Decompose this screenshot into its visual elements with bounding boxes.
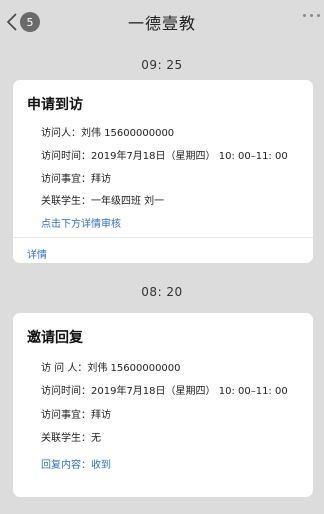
invitation-reply-card: 邀请回复 访 问 人：刘伟 15600000000 访问时间：2019年7月18… xyxy=(13,313,313,497)
visitor-row: 访问人：刘伟 15600000000 xyxy=(41,128,175,139)
detail-link[interactable]: 详情 xyxy=(27,246,47,261)
message-timestamp: 08: 20 xyxy=(141,285,183,299)
visit-purpose-row: 访问事宜：拜访 xyxy=(41,174,111,185)
card-title: 申请到访 xyxy=(27,97,83,113)
back-button[interactable]: 5 xyxy=(6,9,40,35)
visit-purpose-row: 访问事宜：拜访 xyxy=(41,410,111,421)
visit-time-row: 访问时间：2019年7月18日（星期四） 10: 00–11: 00 xyxy=(41,386,288,397)
message-timestamp: 09: 25 xyxy=(141,58,183,72)
card-divider xyxy=(13,237,313,238)
visitor-row: 访 问 人：刘伟 15600000000 xyxy=(41,363,181,374)
card-title: 邀请回复 xyxy=(27,330,83,346)
chevron-left-icon xyxy=(6,13,17,31)
visit-request-card: 申请到访 访问人：刘伟 15600000000 访问时间：2019年7月18日（… xyxy=(13,80,313,263)
visit-time-row: 访问时间：2019年7月18日（星期四） 10: 00–11: 00 xyxy=(41,151,288,162)
navigation-bar: 5 一德壹教 xyxy=(0,0,324,44)
more-dot-icon xyxy=(310,14,313,17)
more-dot-icon xyxy=(317,14,320,17)
related-student-row: 关联学生：无 xyxy=(41,433,101,444)
review-hint: 点击下方详情审核 xyxy=(41,219,121,230)
more-dot-icon xyxy=(303,14,306,17)
page-title: 一德壹教 xyxy=(127,14,196,33)
reply-content: 回复内容：收到 xyxy=(41,460,111,471)
related-student-row: 关联学生：一年级四班 刘一 xyxy=(41,196,165,207)
unread-count-badge: 5 xyxy=(20,12,40,32)
more-options-button[interactable] xyxy=(303,14,320,17)
